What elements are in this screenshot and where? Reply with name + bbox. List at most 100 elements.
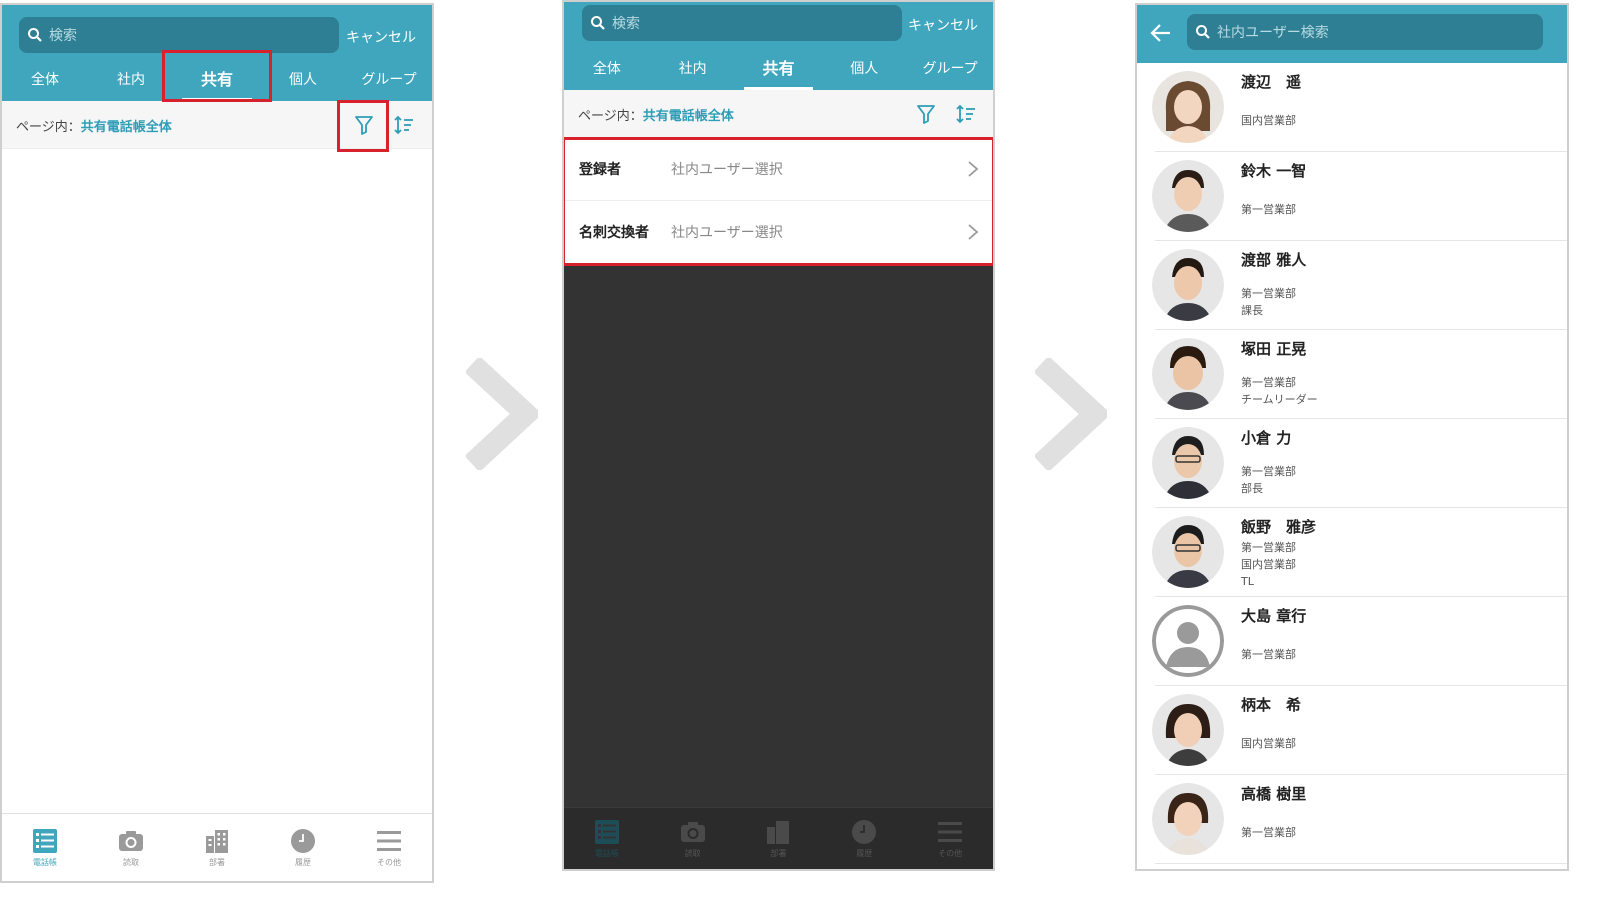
cancel-button[interactable]: キャンセル [346, 27, 416, 47]
building-icon [206, 829, 228, 853]
nav-department: 部署 [736, 808, 822, 869]
nav-history: 履歴 [821, 808, 907, 869]
sort-button[interactable] [952, 100, 980, 128]
nav-scan-label: 読取 [123, 857, 139, 867]
user-name: 柄本 希 [1241, 696, 1302, 714]
list-item[interactable]: 塚田 正晃 第一営業部チームリーダー [1152, 330, 1567, 419]
user-dept: 国内営業部 [1241, 737, 1296, 750]
search-placeholder: 社内ユーザー検索 [1217, 25, 1329, 41]
nav-history[interactable]: 履歴 [260, 814, 346, 881]
cancel-button[interactable]: キャンセル [908, 15, 978, 35]
phonebook-icon [594, 819, 619, 844]
user-info: 国内営業部 [1241, 112, 1296, 130]
tab-personal[interactable]: 個人 [821, 48, 907, 90]
user-name: 塚田 正晃 [1241, 340, 1307, 358]
app-header: 検索 キャンセル 全体 社内 共有 個人 グループ [564, 2, 993, 90]
menu-icon [377, 830, 401, 851]
user-title: TL [1241, 575, 1254, 588]
tab-all[interactable]: 全体 [564, 48, 650, 90]
list-item[interactable]: 鈴木 一智 第一営業部 [1152, 152, 1567, 241]
list-item[interactable]: 柄本 希 国内営業部 [1152, 686, 1567, 775]
tab-group[interactable]: グループ [346, 59, 432, 101]
user-dept: 国内営業部 [1241, 114, 1296, 127]
user-info: 第一営業部 [1241, 824, 1296, 842]
user-title: チームリーダー [1241, 393, 1318, 406]
user-dept: 第一営業部 [1241, 287, 1296, 300]
avatar [1152, 427, 1224, 499]
default-avatar-icon [1152, 605, 1224, 677]
user-dept: 第一営業部 [1241, 648, 1296, 661]
camera-icon [119, 830, 143, 851]
back-arrow-icon[interactable] [1149, 21, 1173, 45]
filter-icon [917, 105, 935, 124]
sort-button[interactable] [390, 111, 418, 139]
camera-icon [680, 821, 705, 842]
user-name: 鈴木 一智 [1241, 162, 1307, 180]
user-name: 渡辺 遥 [1241, 73, 1302, 91]
avatar [1152, 71, 1224, 143]
search-placeholder: 検索 [612, 16, 640, 32]
list-item[interactable]: 大島 章行 第一営業部 [1152, 597, 1567, 686]
nav-other[interactable]: その他 [346, 814, 432, 881]
nav-department-label: 部署 [209, 857, 225, 867]
user-dept-2: 国内営業部 [1241, 558, 1296, 571]
user-name: 渡部 雅人 [1241, 251, 1307, 269]
avatar [1152, 249, 1224, 321]
building-icon [767, 820, 790, 844]
user-dept: 第一営業部 [1241, 465, 1296, 478]
tab-internal[interactable]: 社内 [650, 48, 736, 90]
user-dept: 第一営業部 [1241, 203, 1296, 216]
user-search-input[interactable]: 社内ユーザー検索 [1187, 14, 1543, 50]
user-info: 第一営業部 国内営業部 TL [1241, 539, 1296, 590]
search-input[interactable]: 検索 [19, 17, 339, 53]
tab-personal[interactable]: 個人 [260, 59, 346, 101]
user-info: 国内営業部 [1241, 735, 1296, 753]
user-list: 渡辺 遥 国内営業部 鈴木 一智 第一営業部 渡部 雅人 第一営業部 課長 塚田 … [1137, 63, 1567, 864]
tab-bar: 全体 社内 共有 個人 グループ [564, 48, 993, 90]
search-input[interactable]: 検索 [582, 5, 902, 41]
nav-other-label: その他 [377, 857, 401, 867]
search-icon [1196, 25, 1210, 39]
menu-icon [938, 821, 963, 842]
bottom-navigation: 電話帳 読取 部署 履歴 その他 [2, 813, 432, 881]
tab-shared[interactable]: 共有 [736, 48, 822, 90]
search-placeholder: 検索 [49, 28, 77, 44]
list-item[interactable]: 渡部 雅人 第一営業部課長 [1152, 241, 1567, 330]
user-name: 高橋 樹里 [1241, 785, 1307, 803]
nav-phonebook-label: 電話帳 [594, 848, 619, 858]
list-item[interactable]: 飯野 雅彦 第一営業部 国内営業部 TL [1152, 508, 1567, 597]
user-title: 課長 [1241, 304, 1263, 317]
nav-other-label: その他 [938, 848, 963, 858]
avatar [1152, 783, 1224, 855]
nav-phonebook[interactable]: 電話帳 [2, 814, 88, 881]
user-dept: 第一営業部 [1241, 376, 1296, 389]
user-name: 大島 章行 [1241, 607, 1307, 625]
chevron-right-icon [466, 358, 538, 470]
user-info: 第一営業部 [1241, 201, 1296, 219]
list-item[interactable]: 渡辺 遥 国内営業部 [1152, 63, 1567, 152]
nav-phonebook-label: 電話帳 [33, 857, 57, 867]
tab-group[interactable]: グループ [907, 48, 993, 90]
filter-button[interactable] [912, 100, 940, 128]
page-scope-link[interactable]: 共有電話帳全体 [643, 109, 734, 124]
avatar [1152, 516, 1224, 588]
page-scope-link[interactable]: 共有電話帳全体 [81, 120, 172, 135]
chevron-right-icon [1035, 358, 1107, 470]
sort-icon [956, 104, 975, 124]
tab-all[interactable]: 全体 [2, 59, 88, 101]
screen-shared-phonebook: 検索 キャンセル 全体 社内 共有 個人 グループ ページ内：共有電話帳全体 電… [0, 3, 434, 883]
list-item[interactable]: 小倉 力 第一営業部 部長 [1152, 419, 1567, 508]
nav-department[interactable]: 部署 [174, 814, 260, 881]
user-info: 第一営業部 [1241, 646, 1296, 664]
page-scope-prefix: ページ内： [16, 120, 81, 135]
avatar [1152, 160, 1224, 232]
user-info: 第一営業部 部長 [1241, 463, 1296, 497]
dim-overlay[interactable]: 電話帳 読取 部署 履歴 その他 [564, 265, 993, 869]
nav-scan[interactable]: 読取 [88, 814, 174, 881]
nav-department-label: 部署 [770, 848, 787, 858]
list-item[interactable]: 高橋 樹里 第一営業部 [1152, 775, 1567, 864]
screen-filter-panel: 検索 キャンセル 全体 社内 共有 個人 グループ ページ内：共有電話帳全体 登… [562, 0, 995, 871]
search-icon [591, 16, 605, 30]
user-name: 飯野 雅彦 [1241, 518, 1317, 536]
avatar [1152, 338, 1224, 410]
